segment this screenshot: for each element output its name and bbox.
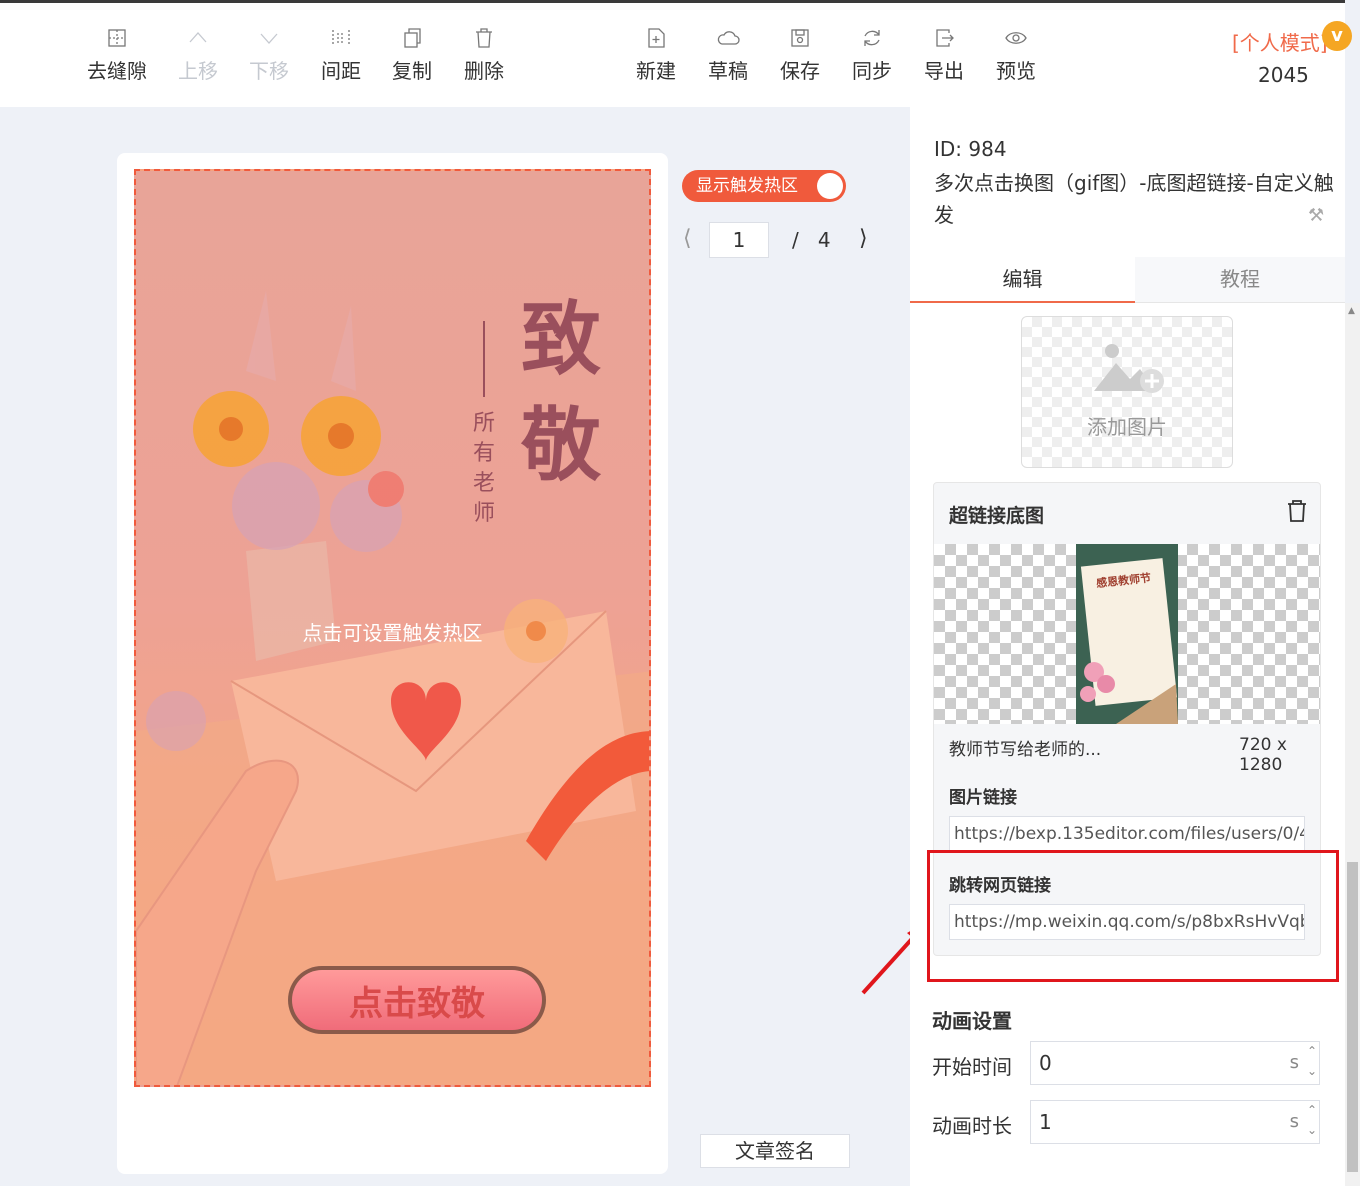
start-time-label: 开始时间 [932, 1055, 1012, 1079]
image-link-label: 图片链接 [949, 788, 1017, 808]
animation-settings-title: 动画设置 [932, 1009, 1012, 1033]
file-name: 教师节写给老师的... [949, 740, 1102, 760]
start-time-input[interactable]: 0 s [1030, 1041, 1320, 1085]
toolbar: 去缝隙 上移 下移 间距 复制 删除 新建 草稿 保存 同步 导出 预览 [个人… [0, 0, 1352, 107]
start-time-value: 0 [1039, 1051, 1052, 1075]
remove-gap-label: 去缝隙 [87, 59, 147, 83]
poster-title-char-2: 敬 [521, 398, 601, 492]
duration-input[interactable]: 1 s [1030, 1100, 1320, 1144]
poster-title-char-1: 致 [521, 292, 601, 386]
start-time-stepper[interactable]: ⌃ ⌄ [1305, 1041, 1319, 1081]
thumbnail-image: 感恩教师节 [1076, 544, 1178, 724]
save-label: 保存 [780, 59, 820, 83]
preview-button[interactable]: 预览 [980, 23, 1052, 84]
save-button[interactable]: 保存 [764, 23, 836, 84]
cloud-icon [692, 23, 764, 53]
grid-icon [81, 23, 153, 53]
panel-tabs: 编辑 教程 [910, 257, 1345, 303]
file-dimensions: 720 x 1280 [1239, 735, 1287, 775]
sync-icon [836, 23, 908, 53]
save-icon [764, 23, 836, 53]
add-image-label: 添加图片 [1087, 415, 1167, 439]
draft-button[interactable]: 草稿 [692, 23, 764, 84]
article-signature-button[interactable]: 文章签名 [700, 1134, 850, 1168]
move-down-button[interactable]: 下移 [233, 23, 305, 84]
thumbnail-flowers [1080, 662, 1178, 724]
component-id: ID: 984 [934, 137, 1007, 161]
scroll-up-icon[interactable]: ▲ [1348, 306, 1355, 316]
show-hotzone-label: 显示触发热区 [696, 176, 798, 196]
delete-label: 删除 [464, 59, 504, 83]
page-total-value: 4 [817, 228, 831, 252]
background-thumbnail[interactable]: 感恩教师节 [934, 544, 1320, 724]
chevron-down-icon [233, 23, 305, 53]
hyperlink-background-title: 超链接底图 [949, 505, 1045, 527]
component-title: 多次点击换图（gif图）-底图超链接-自定义触发 [934, 171, 1334, 227]
new-button[interactable]: 新建 [620, 23, 692, 84]
export-icon [908, 23, 980, 53]
vip-badge-icon: v [1322, 21, 1352, 51]
export-label: 导出 [924, 59, 964, 83]
personal-mode-label[interactable]: [个人模式] [1232, 27, 1328, 56]
start-time-unit: s [1289, 1052, 1299, 1073]
toggle-knob [817, 173, 843, 199]
poster-cta-button[interactable]: 点击致敬 [288, 966, 546, 1034]
new-label: 新建 [636, 59, 676, 83]
duration-unit: s [1289, 1111, 1299, 1132]
copy-icon [376, 23, 448, 53]
page-number-input[interactable]: 1 [709, 222, 769, 258]
tab-tutorial[interactable]: 教程 [1135, 257, 1345, 303]
poster-preview[interactable]: 致 敬 所有老师 点击可设置触发热区 点击致敬 [134, 169, 651, 1087]
delete-button[interactable]: 删除 [448, 23, 520, 84]
highlight-box-annotation [927, 850, 1339, 982]
spacing-label: 间距 [321, 59, 361, 83]
page-separator: / [792, 228, 799, 252]
sync-button[interactable]: 同步 [836, 23, 908, 84]
hotzone-hint: 点击可设置触发热区 [302, 621, 483, 645]
panel-scrollbar-thumb[interactable] [1347, 862, 1358, 1172]
spacing-button[interactable]: 间距 [305, 23, 377, 84]
poster-subtitle: 所有老师 [472, 411, 495, 526]
chevron-up-icon [162, 23, 234, 53]
user-count: 2045 [1258, 63, 1309, 87]
draft-label: 草稿 [708, 59, 748, 83]
export-button[interactable]: 导出 [908, 23, 980, 84]
trash-icon[interactable] [1286, 499, 1308, 523]
eye-icon [980, 23, 1052, 53]
duration-stepper[interactable]: ⌃ ⌄ [1305, 1100, 1319, 1140]
show-hotzone-toggle[interactable]: 显示触发热区 [682, 170, 846, 202]
chevron-up-icon[interactable]: ⌃ [1307, 1103, 1317, 1117]
poster-divider [483, 321, 485, 397]
duration-label: 动画时长 [932, 1114, 1012, 1138]
preview-label: 预览 [996, 59, 1036, 83]
new-file-icon [620, 23, 692, 53]
copy-label: 复制 [392, 59, 432, 83]
next-page-chevron-right-icon[interactable]: ⟩ [859, 226, 868, 251]
duration-value: 1 [1039, 1110, 1052, 1134]
spacing-icon [305, 23, 377, 53]
move-down-label: 下移 [249, 59, 289, 83]
add-image-icon [1094, 344, 1164, 393]
tab-edit[interactable]: 编辑 [910, 257, 1135, 303]
move-up-button[interactable]: 上移 [162, 23, 234, 84]
move-up-label: 上移 [178, 59, 218, 83]
page-total: / 4 [792, 228, 831, 252]
image-link-input[interactable]: https://bexp.135editor.com/files/users/0… [949, 816, 1305, 852]
sync-label: 同步 [852, 59, 892, 83]
chevron-down-icon[interactable]: ⌄ [1307, 1123, 1317, 1137]
properties-panel: ID: 984 多次点击换图（gif图）-底图超链接-自定义触发 ⚒ 编辑 教程… [910, 107, 1345, 1186]
remove-gap-button[interactable]: 去缝隙 [81, 23, 153, 84]
prev-page-chevron-left-icon[interactable]: ⟨ [683, 226, 692, 251]
add-image-button[interactable]: 添加图片 [1021, 316, 1233, 468]
copy-button[interactable]: 复制 [376, 23, 448, 84]
chevron-down-icon[interactable]: ⌄ [1307, 1064, 1317, 1078]
poster-cta-label: 点击致敬 [292, 970, 542, 1030]
chevron-up-icon[interactable]: ⌃ [1307, 1044, 1317, 1058]
tools-icon[interactable]: ⚒ [1308, 205, 1324, 226]
trash-icon [448, 23, 520, 53]
